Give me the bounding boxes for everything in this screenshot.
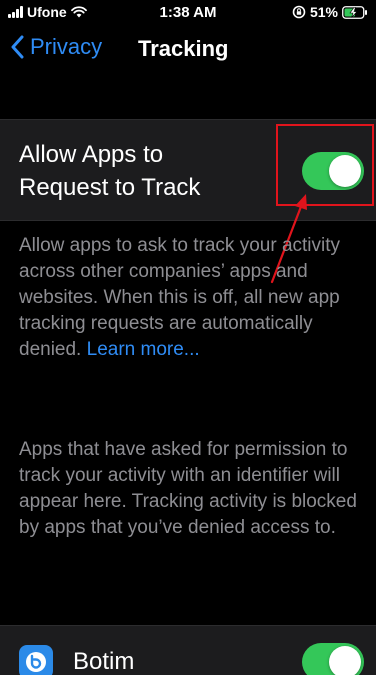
- page-title: Tracking: [138, 36, 229, 61]
- learn-more-link[interactable]: Learn more...: [87, 339, 200, 360]
- status-right: 51%: [292, 4, 368, 20]
- apps-info-text: Apps that have asked for permission to t…: [19, 439, 357, 538]
- tracking-description: Allow apps to ask to track your activity…: [19, 233, 364, 363]
- allow-tracking-label: Allow Apps to Request to Track: [19, 141, 201, 201]
- app-row-botim: Botim: [0, 625, 376, 675]
- screen: Ufone 1:38 AM 51% Privacy Tracking Allow…: [0, 0, 376, 675]
- battery-charging-icon: [342, 5, 367, 19]
- chevron-left-icon: [11, 35, 24, 59]
- botim-tracking-switch[interactable]: [302, 643, 364, 675]
- battery-percent: 51%: [309, 4, 338, 20]
- back-button[interactable]: Privacy: [10, 34, 102, 60]
- status-bar: Ufone 1:38 AM 51%: [0, 0, 376, 28]
- botim-logo-icon: [26, 652, 46, 672]
- back-label: Privacy: [30, 34, 103, 59]
- botim-icon: [19, 645, 53, 675]
- switch-knob: [329, 646, 361, 675]
- app-name: Botim: [73, 648, 135, 675]
- orientation-lock-icon: [292, 5, 306, 19]
- navigation-bar: Privacy Tracking: [0, 28, 376, 72]
